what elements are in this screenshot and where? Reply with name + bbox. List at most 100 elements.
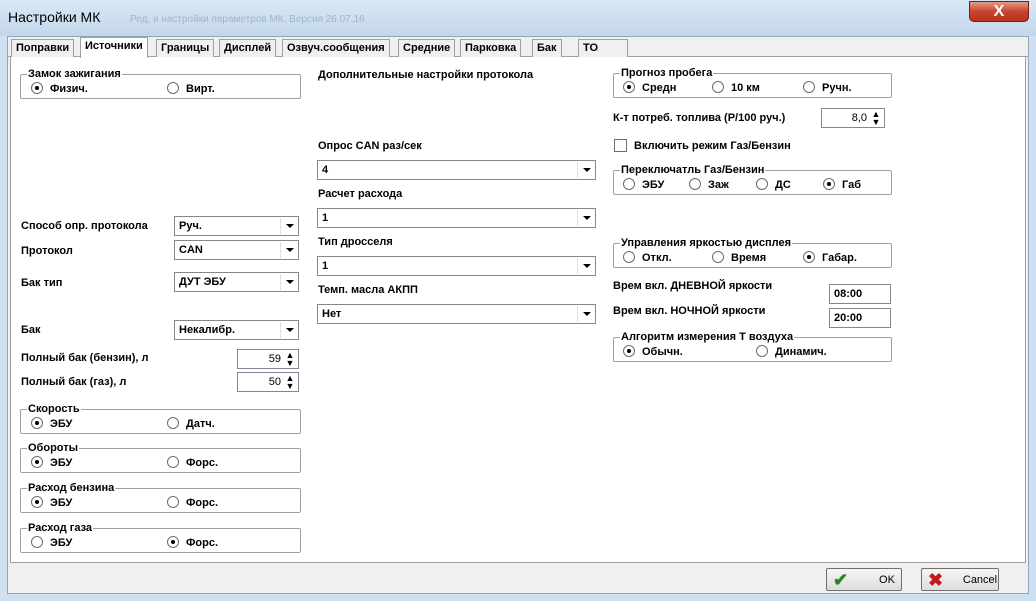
speed-sensor-radio[interactable]: Датч. <box>167 417 215 431</box>
tab-voice-messages[interactable]: Озвуч.сообщения <box>282 39 390 57</box>
throttle-type-select[interactable]: 1 <box>317 256 596 276</box>
tab-bar: Поправки Источники Границы Дисплей Озвуч… <box>8 37 1028 58</box>
radio-selected-icon <box>623 345 635 357</box>
radio-empty-icon <box>167 417 179 429</box>
chevron-down-icon[interactable] <box>280 274 297 290</box>
chevron-down-icon[interactable] <box>577 258 594 274</box>
brightness-group-title: Управления яркостью дисплея <box>620 236 793 250</box>
background-window-title: Ред. и настройки параметров МК. Версия 2… <box>130 14 365 25</box>
ignition-group-title: Замок зажигания <box>27 67 122 81</box>
spin-arrows-icon[interactable]: ▲ ▼ <box>283 351 297 368</box>
protocol-method-select[interactable]: Руч. <box>174 216 299 236</box>
mileage-10km-radio[interactable]: 10 км <box>712 81 760 95</box>
switch-ignition-radio[interactable]: Заж <box>689 178 729 192</box>
cancel-button[interactable]: ✖ Cancel <box>921 568 999 591</box>
tab-parking[interactable]: Парковка <box>460 39 522 57</box>
radio-empty-icon <box>31 536 43 548</box>
petrol-consumption-group: Расход бензина ЭБУ Форс. <box>20 481 301 513</box>
radio-selected-icon <box>623 81 635 93</box>
rpm-ecu-radio[interactable]: ЭБУ <box>31 456 72 470</box>
tab-istochniki[interactable]: Источники <box>80 37 148 58</box>
tank-type-label: Бак тип <box>21 277 63 289</box>
tab-averages[interactable]: Средние <box>398 39 456 57</box>
switch-ds-radio[interactable]: ДС <box>756 178 791 192</box>
gas-petrol-switch-group: Переключатль Газ/Бензин ЭБУ Заж ДС Габ <box>613 163 892 195</box>
radio-selected-icon <box>167 536 179 548</box>
speed-group-title: Скорость <box>27 402 81 416</box>
radio-selected-icon <box>823 178 835 190</box>
temp-algo-normal-radio[interactable]: Обычн. <box>623 345 683 359</box>
full-tank-gas-spinner[interactable]: 50 ▲ ▼ <box>237 372 299 392</box>
tab-granitsy[interactable]: Границы <box>156 39 215 57</box>
radio-empty-icon <box>167 496 179 508</box>
chevron-down-icon[interactable] <box>280 322 297 338</box>
ok-button[interactable]: ✔ OK <box>826 568 902 591</box>
chevron-down-icon[interactable] <box>577 210 594 226</box>
dialog-client-area: Поправки Источники Границы Дисплей Озвуч… <box>7 36 1029 594</box>
ignition-virtual-radio[interactable]: Вирт. <box>167 82 215 96</box>
spin-arrows-icon[interactable]: ▲ ▼ <box>283 374 297 391</box>
switch-ecu-radio[interactable]: ЭБУ <box>623 178 664 192</box>
radio-selected-icon <box>803 251 815 263</box>
fuel-coef-spinner[interactable]: 8,0 ▲ ▼ <box>821 108 885 128</box>
switch-gab-radio[interactable]: Габ <box>823 178 861 192</box>
protocol-select[interactable]: CAN <box>174 240 299 260</box>
gas-petrol-mode-checkbox[interactable]: Включить режим Газ/Бензин <box>614 139 791 152</box>
tank-label: Бак <box>21 324 41 336</box>
chevron-down-icon[interactable] <box>280 242 297 258</box>
day-brightness-time-input[interactable]: 08:00 <box>829 284 891 304</box>
consumption-calc-select[interactable]: 1 <box>317 208 596 228</box>
atf-temp-select[interactable]: Нет <box>317 304 596 324</box>
petrol-ecu-radio[interactable]: ЭБУ <box>31 496 72 510</box>
tab-to[interactable]: ТО <box>578 39 628 57</box>
tab-display[interactable]: Дисплей <box>219 39 277 57</box>
night-brightness-label: Врем вкл. НОЧНОЙ яркости <box>613 305 766 317</box>
day-brightness-label: Врем вкл. ДНЕВНОЙ яркости <box>613 280 773 292</box>
rpm-group: Обороты ЭБУ Форс. <box>20 441 301 473</box>
tank-select[interactable]: Некалибр. <box>174 320 299 340</box>
tab-tank[interactable]: Бак <box>532 39 562 57</box>
mileage-manual-radio[interactable]: Ручн. <box>803 81 852 95</box>
gas-ecu-radio[interactable]: ЭБУ <box>31 536 72 550</box>
radio-selected-icon <box>31 82 43 94</box>
radio-selected-icon <box>31 496 43 508</box>
speed-group: Скорость ЭБУ Датч. <box>20 402 301 434</box>
temp-algo-group-title: Алгоритм измерения Т воздуха <box>620 330 795 344</box>
mileage-forecast-group: Прогноз пробега Средн 10 км Ручн. <box>613 66 892 98</box>
protocol-label: Протокол <box>21 245 73 257</box>
can-poll-select[interactable]: 4 <box>317 160 596 180</box>
extra-protocol-header: Дополнительные настройки протокола <box>318 69 534 81</box>
night-brightness-time-input[interactable]: 20:00 <box>829 308 891 328</box>
chevron-down-icon[interactable] <box>577 306 594 322</box>
title-bar: Настройки МК Ред. и настройки параметров… <box>0 0 1036 36</box>
brightness-lights-radio[interactable]: Габар. <box>803 251 857 265</box>
petrol-injector-radio[interactable]: Форс. <box>167 496 218 510</box>
chevron-down-icon[interactable] <box>577 162 594 178</box>
mileage-average-radio[interactable]: Средн <box>623 81 676 95</box>
brightness-control-group: Управления яркостью дисплея Откл. Время … <box>613 236 892 268</box>
gas-injector-radio[interactable]: Форс. <box>167 536 218 550</box>
can-poll-label: Опрос CAN раз/сек <box>318 140 422 152</box>
speed-ecu-radio[interactable]: ЭБУ <box>31 417 72 431</box>
brightness-time-radio[interactable]: Время <box>712 251 766 265</box>
radio-empty-icon <box>689 178 701 190</box>
close-icon: X <box>993 3 1005 20</box>
close-button[interactable]: X <box>969 1 1029 22</box>
tank-type-select[interactable]: ДУТ ЭБУ <box>174 272 299 292</box>
atf-temp-label: Темп. масла АКПП <box>318 284 418 296</box>
full-tank-petrol-label: Полный бак (бензин), л <box>21 352 149 364</box>
rpm-injector-radio[interactable]: Форс. <box>167 456 218 470</box>
tab-popravki[interactable]: Поправки <box>11 39 75 57</box>
radio-empty-icon <box>623 178 635 190</box>
rpm-group-title: Обороты <box>27 441 80 455</box>
throttle-type-label: Тип дросселя <box>318 236 393 248</box>
window-title: Настройки МК <box>8 9 101 25</box>
full-tank-petrol-spinner[interactable]: 59 ▲ ▼ <box>237 349 299 369</box>
radio-empty-icon <box>167 456 179 468</box>
fuel-coef-label: К-т потреб. топлива (Р/100 руч.) <box>613 112 786 124</box>
chevron-down-icon[interactable] <box>280 218 297 234</box>
temp-algo-dynamic-radio[interactable]: Динамич. <box>756 345 827 359</box>
spin-arrows-icon[interactable]: ▲ ▼ <box>869 110 883 127</box>
brightness-off-radio[interactable]: Откл. <box>623 251 672 265</box>
ignition-physical-radio[interactable]: Физич. <box>31 82 88 96</box>
